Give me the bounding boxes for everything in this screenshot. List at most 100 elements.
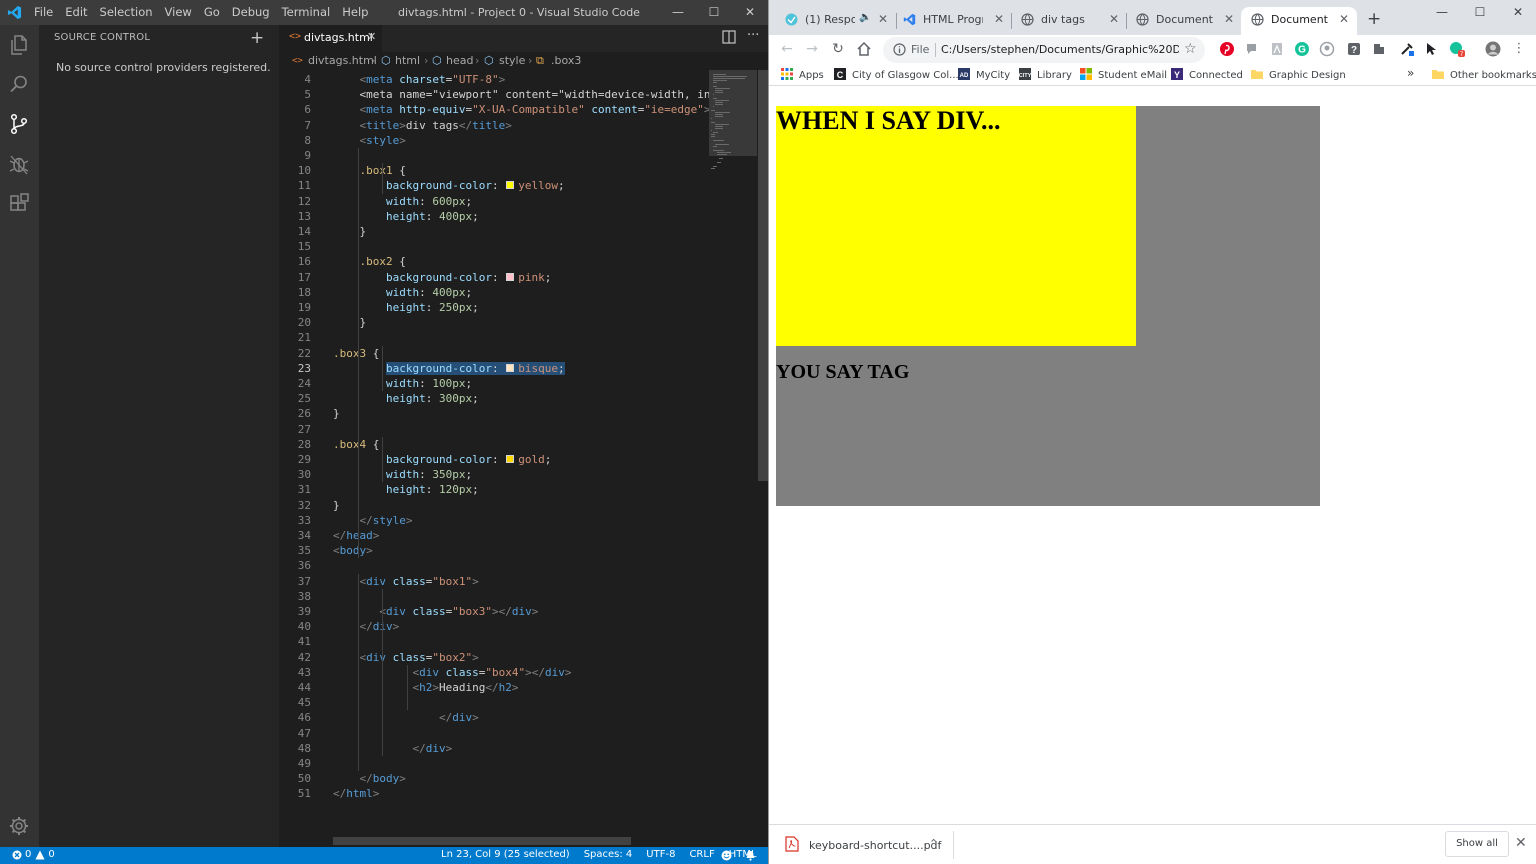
search-icon[interactable] <box>7 72 31 96</box>
close-download-shelf-icon[interactable]: ✕ <box>1515 835 1527 851</box>
breadcrumb-head[interactable]: head <box>446 54 473 67</box>
bookmark-connected[interactable]: Y Connected <box>1171 68 1243 81</box>
code-line[interactable]: 27 <box>279 422 709 437</box>
code-line[interactable]: 43 <div class="box4"></div> <box>279 665 709 680</box>
code-line[interactable]: 25 height: 300px; <box>279 391 709 406</box>
explorer-icon[interactable] <box>7 33 31 57</box>
browser-tab-5-active[interactable]: Document ✕ <box>1241 7 1357 35</box>
code-line[interactable]: 15 <box>279 239 709 254</box>
code-line[interactable]: 49 <box>279 756 709 771</box>
reload-icon[interactable]: ↻ <box>829 40 847 58</box>
code-line[interactable]: 42 <div class="box2"> <box>279 650 709 665</box>
code-line[interactable]: 50 </body> <box>279 771 709 786</box>
url-text[interactable]: C:/Users/stephen/Documents/Graphic%20Des… <box>941 43 1179 56</box>
horizontal-scrollbar[interactable] <box>333 837 631 845</box>
code-line[interactable]: 14 } <box>279 224 709 239</box>
code-line[interactable]: 39 <div class="box3"></div> <box>279 604 709 619</box>
bookmark-city-of-glasgow[interactable]: C City of Glasgow Col... <box>834 68 959 81</box>
download-filename[interactable]: keyboard-shortcut....pdf <box>809 839 941 852</box>
code-line[interactable]: 40 </div> <box>279 619 709 634</box>
breadcrumb-html[interactable]: html <box>395 54 420 67</box>
code-line[interactable]: 18 width: 400px; <box>279 285 709 300</box>
code-line[interactable]: 37 <div class="box1"> <box>279 574 709 589</box>
help-extension-icon[interactable]: ? <box>1346 41 1362 57</box>
show-all-button[interactable]: Show all <box>1445 831 1509 857</box>
code-line[interactable]: 13 height: 400px; <box>279 209 709 224</box>
breadcrumb-style[interactable]: style <box>499 54 525 67</box>
chrome-menu-icon[interactable]: ⋮ <box>1510 40 1528 58</box>
mute-speaker-icon[interactable]: 🔈 <box>859 12 871 23</box>
code-line[interactable]: 32} <box>279 498 709 513</box>
maximize-button[interactable]: ☐ <box>1461 0 1499 24</box>
line-ending[interactable]: CRLF <box>689 849 714 860</box>
code-line[interactable]: 9 <box>279 148 709 163</box>
menu-selection[interactable]: Selection <box>94 0 159 25</box>
browser-tab-1[interactable]: (1) Respon 🔈 ✕ <box>775 7 895 35</box>
extension-flag-icon[interactable] <box>1244 41 1260 57</box>
code-editor[interactable]: 4 <meta charset="UTF-8"> 5 <meta name="vi… <box>279 70 709 860</box>
close-button[interactable]: ✕ <box>1499 0 1536 24</box>
profile-avatar-icon[interactable] <box>1485 41 1501 57</box>
feedback-smiley-icon[interactable] <box>721 850 732 861</box>
close-button[interactable]: ✕ <box>732 0 768 25</box>
code-line[interactable]: 24 width: 100px; <box>279 376 709 391</box>
browser-tab-3[interactable]: div tags ✕ <box>1011 7 1127 35</box>
code-line[interactable]: 34 </head> <box>279 528 709 543</box>
code-line[interactable]: 26} <box>279 406 709 421</box>
code-line[interactable]: 47 <box>279 726 709 741</box>
code-line[interactable]: 5 <meta name="viewport" content="width=d… <box>279 87 709 102</box>
code-line[interactable]: 7 <title>div tags</title> <box>279 118 709 133</box>
pinterest-icon[interactable] <box>1219 41 1235 57</box>
minimize-button[interactable]: — <box>1423 0 1461 24</box>
bookmark-student-email[interactable]: Student eMail <box>1080 68 1167 81</box>
code-line[interactable]: 6 <meta http-equiv="X-UA-Compatible" con… <box>279 102 709 117</box>
code-line[interactable]: 35 <body> <box>279 543 709 558</box>
menu-terminal[interactable]: Terminal <box>276 0 337 25</box>
cursor-position[interactable]: Ln 23, Col 9 (25 selected) <box>441 849 570 860</box>
code-line[interactable]: 17 background-color: pink; <box>279 270 709 285</box>
source-control-icon[interactable] <box>7 112 31 136</box>
menu-view[interactable]: View <box>159 0 198 25</box>
color-swatch-icon[interactable] <box>506 181 515 190</box>
code-line[interactable]: 28 .box4 { <box>279 437 709 452</box>
tab-close-icon[interactable]: ✕ <box>367 30 376 43</box>
more-actions-icon[interactable]: ··· <box>747 28 759 43</box>
browser-tab-4[interactable]: Document ✕ <box>1126 7 1242 35</box>
code-line[interactable]: 19 height: 250px; <box>279 300 709 315</box>
code-line[interactable]: 20 } <box>279 315 709 330</box>
tab-close-icon[interactable]: ✕ <box>878 12 888 26</box>
code-line[interactable]: 8 <style> <box>279 133 709 148</box>
back-arrow-icon[interactable]: ← <box>778 40 796 58</box>
code-line[interactable]: 48 </div> <box>279 741 709 756</box>
bookmark-apps[interactable]: Apps <box>781 68 824 81</box>
bookmark-star-icon[interactable]: ☆ <box>1184 41 1197 57</box>
tab-close-icon[interactable]: ✕ <box>1224 12 1234 26</box>
color-swatch-icon[interactable] <box>506 272 515 281</box>
editor-tab-divtags[interactable]: <> divtags.html ✕ <box>279 25 382 52</box>
cursor-extension-icon[interactable] <box>1423 41 1439 57</box>
bookmark-other-bookmarks[interactable]: Other bookmarks <box>1432 68 1536 81</box>
menu-file[interactable]: File <box>28 0 59 25</box>
problems-indicator[interactable]: 0 0 <box>12 849 55 860</box>
code-line[interactable]: 45 <box>279 695 709 710</box>
code-line[interactable]: 4 <meta charset="UTF-8"> <box>279 72 709 87</box>
code-line[interactable]: 16 .box2 { <box>279 254 709 269</box>
code-line[interactable]: 46 </div> <box>279 710 709 725</box>
color-swatch-icon[interactable] <box>506 455 515 463</box>
menu-edit[interactable]: Edit <box>59 0 93 25</box>
code-line[interactable]: 21 <box>279 330 709 345</box>
maximize-button[interactable]: ☐ <box>696 0 732 25</box>
code-line[interactable]: 23 background-color: bisque; <box>279 361 709 376</box>
bookmark-graphic-design[interactable]: Graphic Design <box>1251 68 1346 81</box>
menu-help[interactable]: Help <box>336 0 374 25</box>
breadcrumb-file[interactable]: divtags.html <box>308 54 377 67</box>
code-line[interactable]: 30 width: 350px; <box>279 467 709 482</box>
extension-puzzle-icon[interactable] <box>1371 41 1387 57</box>
new-tab-button[interactable]: + <box>1367 9 1381 29</box>
breadcrumb-box3[interactable]: .box3 <box>551 54 581 67</box>
notifications-bell-icon[interactable] <box>745 850 756 861</box>
code-line[interactable]: 12 width: 600px; <box>279 194 709 209</box>
split-editor-icon[interactable] <box>722 30 736 44</box>
grammarly-icon[interactable]: G <box>1294 41 1310 57</box>
tab-close-icon[interactable]: ✕ <box>1339 12 1349 26</box>
